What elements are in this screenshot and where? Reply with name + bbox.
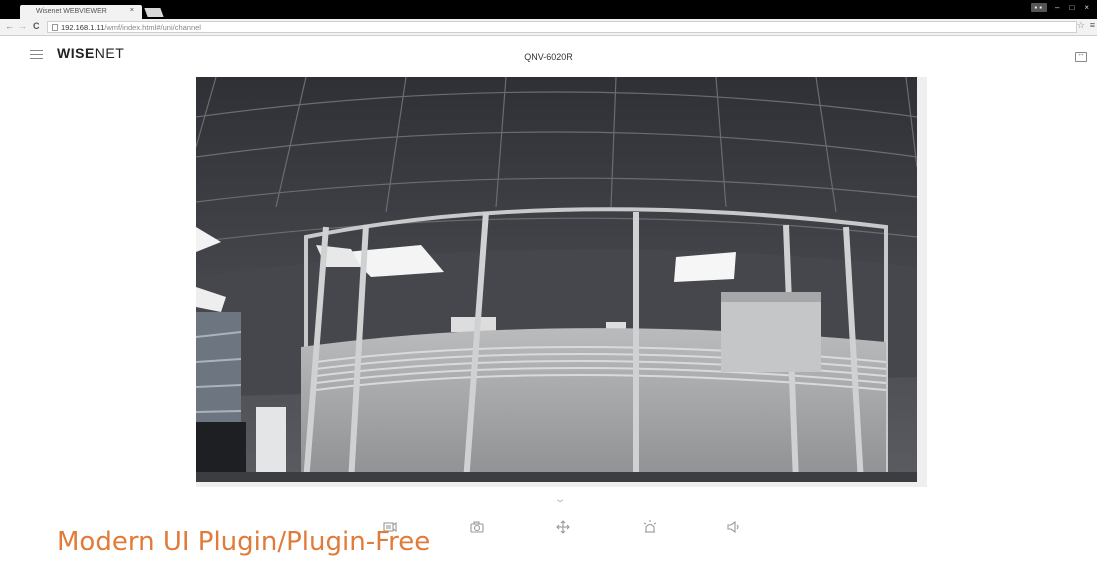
fullscreen-icon[interactable]	[1075, 49, 1087, 62]
browser-menu-icon[interactable]: ≡	[1090, 20, 1095, 30]
user-profile-icon[interactable]: ▪▪	[1031, 3, 1048, 12]
back-button[interactable]: ←	[5, 21, 14, 31]
app-header: WISENET QNV-6020R	[0, 37, 1097, 77]
minimize-button[interactable]: –	[1055, 3, 1061, 12]
snapshot-icon[interactable]	[467, 519, 487, 537]
restore-button[interactable]: □	[1069, 3, 1076, 12]
browser-tab[interactable]: Wisenet WEBVIEWER ×	[20, 5, 142, 19]
address-bar: ← → C 192.168.1.11/wmf/index.html#/uni/c…	[0, 19, 1097, 36]
video-frame	[196, 77, 927, 487]
tab-close-icon[interactable]: ×	[130, 7, 134, 14]
url-path: /wmf/index.html#/uni/channel	[104, 23, 201, 32]
slide-caption: Modern UI Plugin/Plugin-Free	[57, 527, 431, 557]
new-tab-button[interactable]	[144, 8, 164, 17]
browser-tab-bar: Wisenet WEBVIEWER × ▪▪ – □ ×	[0, 0, 1097, 19]
reload-button[interactable]: C	[33, 21, 40, 31]
tab-title: Wisenet WEBVIEWER	[36, 8, 107, 15]
url-host: 192.168.1.11	[61, 23, 105, 32]
close-window-button[interactable]: ×	[1084, 3, 1091, 12]
window-controls: ▪▪ – □ ×	[1031, 3, 1091, 12]
camera-image	[196, 77, 917, 482]
live-video[interactable]	[196, 77, 917, 482]
alarm-icon[interactable]	[640, 519, 660, 537]
ptz-icon[interactable]	[553, 519, 573, 537]
url-input[interactable]: 192.168.1.11/wmf/index.html#/uni/channel	[47, 21, 1077, 33]
collapse-chevron-icon[interactable]: ⌄	[553, 494, 566, 505]
bookmark-star-icon[interactable]: ☆	[1077, 20, 1085, 31]
forward-button[interactable]: →	[18, 21, 27, 31]
page-icon	[52, 24, 58, 31]
camera-model-title: QNV-6020R	[524, 52, 573, 62]
audio-icon[interactable]	[724, 519, 744, 537]
